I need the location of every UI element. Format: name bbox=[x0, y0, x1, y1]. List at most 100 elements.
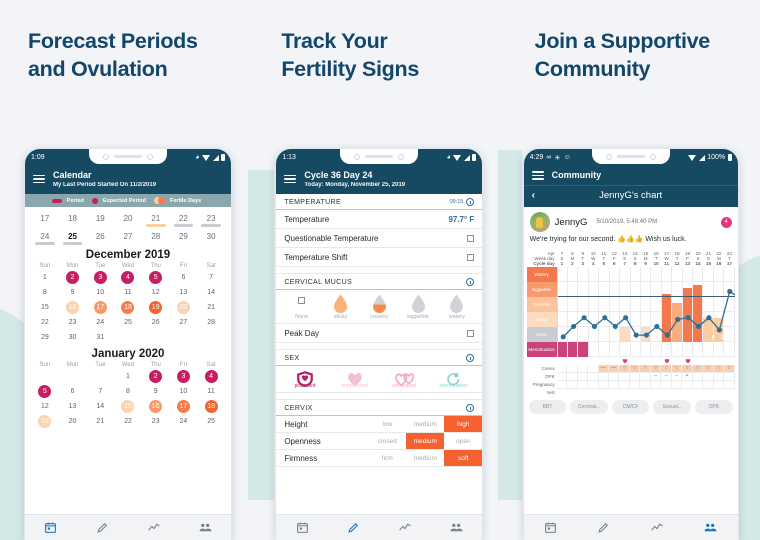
segment-option-high[interactable]: high bbox=[444, 416, 483, 433]
checkbox[interactable] bbox=[467, 253, 475, 261]
calendar-day-cell[interactable]: 8 bbox=[114, 384, 142, 399]
calendar-day-cell[interactable]: 17 bbox=[86, 300, 114, 315]
calendar-day-cell[interactable]: 19 bbox=[31, 414, 59, 429]
calendar-day-cell[interactable]: 12 bbox=[142, 285, 170, 300]
calendar-day-cell[interactable]: 1 bbox=[31, 270, 59, 285]
partial-week-day[interactable]: 30 bbox=[197, 228, 225, 246]
list-row-peak-day[interactable]: Peak Day bbox=[276, 324, 483, 344]
segment-option-soft[interactable]: soft bbox=[444, 450, 483, 467]
menu-icon[interactable] bbox=[33, 174, 45, 184]
calendar-day-cell[interactable]: 16 bbox=[142, 399, 170, 414]
sex-option-unprotected[interactable]: unprotected bbox=[335, 370, 375, 389]
mucus-option-sticky[interactable]: sticky bbox=[323, 294, 359, 320]
partial-week-day[interactable]: 25 bbox=[59, 228, 87, 246]
tab-pencil[interactable] bbox=[94, 520, 110, 536]
calendar-day-cell[interactable]: 12 bbox=[31, 399, 59, 414]
calendar-day-cell[interactable]: 14 bbox=[197, 285, 225, 300]
section-time[interactable] bbox=[466, 278, 475, 287]
chart-chip-cervical[interactable]: Cervical... bbox=[570, 399, 608, 414]
calendar-day-cell[interactable]: 4 bbox=[114, 270, 142, 285]
calendar-day-cell[interactable]: 14 bbox=[86, 399, 114, 414]
calendar-day-cell[interactable]: 20 bbox=[59, 414, 87, 429]
menu-icon[interactable] bbox=[531, 171, 544, 180]
partial-week-day[interactable]: 27 bbox=[114, 228, 142, 246]
calendar-day-cell[interactable]: 11 bbox=[114, 285, 142, 300]
segment-option-low[interactable]: low bbox=[368, 416, 406, 432]
segment-option-medium[interactable]: medium bbox=[406, 450, 444, 466]
partial-week-day[interactable]: 24 bbox=[31, 228, 59, 246]
tab-calendar[interactable] bbox=[43, 520, 59, 536]
checkbox[interactable] bbox=[298, 297, 306, 305]
chart-chip-opk[interactable]: OPK bbox=[695, 399, 733, 414]
tab-community[interactable] bbox=[703, 520, 719, 536]
list-row-questionable-temperature[interactable]: Questionable Temperature bbox=[276, 229, 483, 249]
chart-chip-sexual[interactable]: Sexual... bbox=[653, 399, 692, 414]
mucus-option-creamy[interactable]: creamy bbox=[361, 294, 397, 320]
partial-week-day[interactable]: 17 bbox=[31, 210, 59, 228]
partial-week-day[interactable]: 23 bbox=[197, 210, 225, 228]
calendar-day-cell[interactable]: 22 bbox=[114, 414, 142, 429]
sex-option-withdrawal[interactable]: withdrawal bbox=[384, 370, 424, 389]
calendar-day-cell[interactable]: 17 bbox=[170, 399, 198, 414]
chart-chip-cmcf[interactable]: CM/CF bbox=[611, 399, 650, 414]
sex-option-insemination[interactable]: insemination bbox=[434, 370, 474, 389]
partial-week-day[interactable]: 22 bbox=[170, 210, 198, 228]
list-row-temperature-shift[interactable]: Temperature Shift bbox=[276, 248, 483, 268]
calendar-day-cell[interactable]: 24 bbox=[86, 315, 114, 330]
calendar-day-cell[interactable]: 18 bbox=[197, 399, 225, 414]
tab-chart[interactable] bbox=[649, 520, 665, 536]
calendar-day-cell[interactable]: 10 bbox=[170, 384, 198, 399]
segment-option-closed[interactable]: closed bbox=[368, 433, 406, 449]
calendar-day-cell[interactable]: 6 bbox=[170, 270, 198, 285]
section-time[interactable] bbox=[466, 404, 475, 413]
calendar-day-cell[interactable] bbox=[86, 369, 114, 384]
segment-option-medium[interactable]: medium bbox=[406, 433, 445, 450]
calendar-day-cell[interactable]: 23 bbox=[59, 315, 87, 330]
partial-week-day[interactable]: 20 bbox=[114, 210, 142, 228]
calendar-day-cell[interactable]: 16 bbox=[59, 300, 87, 315]
calendar-day-cell[interactable]: 21 bbox=[86, 414, 114, 429]
tab-calendar[interactable] bbox=[294, 520, 310, 536]
alarm-icon[interactable] bbox=[466, 404, 475, 413]
calendar-day-cell[interactable]: 28 bbox=[197, 315, 225, 330]
calendar-day-cell[interactable] bbox=[59, 369, 87, 384]
calendar-day-cell[interactable]: 30 bbox=[59, 330, 87, 345]
calendar-day-cell[interactable]: 1 bbox=[114, 369, 142, 384]
list-row-temperature[interactable]: Temperature 97.7° F bbox=[276, 210, 483, 230]
calendar-day-cell[interactable]: 13 bbox=[170, 285, 198, 300]
calendar-day-cell[interactable] bbox=[170, 330, 198, 345]
segment-option-medium[interactable]: medium bbox=[406, 416, 444, 432]
calendar-day-cell[interactable]: 11 bbox=[197, 384, 225, 399]
calendar-day-cell[interactable]: 27 bbox=[170, 315, 198, 330]
section-time[interactable]: 09:15 bbox=[450, 198, 475, 207]
mucus-option-None[interactable]: None bbox=[284, 297, 320, 320]
calendar-day-cell[interactable]: 25 bbox=[197, 414, 225, 429]
calendar-day-cell[interactable]: 29 bbox=[31, 330, 59, 345]
tab-pencil[interactable] bbox=[596, 520, 612, 536]
tab-pencil[interactable] bbox=[346, 520, 362, 536]
tab-calendar[interactable] bbox=[542, 520, 558, 536]
calendar-day-cell[interactable]: 6 bbox=[59, 384, 87, 399]
calendar-day-cell[interactable] bbox=[142, 330, 170, 345]
calendar-day-cell[interactable]: 5 bbox=[142, 270, 170, 285]
checkbox[interactable] bbox=[467, 234, 475, 242]
menu-icon[interactable] bbox=[284, 174, 297, 184]
sex-option-protected[interactable]: protected bbox=[285, 370, 325, 389]
section-time[interactable] bbox=[466, 354, 475, 363]
calendar-day-cell[interactable]: 2 bbox=[142, 369, 170, 384]
calendar-day-cell[interactable] bbox=[114, 330, 142, 345]
partial-week-day[interactable]: 26 bbox=[86, 228, 114, 246]
calendar-day-cell[interactable]: 31 bbox=[86, 330, 114, 345]
alarm-icon[interactable] bbox=[466, 278, 475, 287]
tab-community[interactable] bbox=[197, 520, 213, 536]
calendar-day-cell[interactable]: 15 bbox=[31, 300, 59, 315]
partial-week-day[interactable]: 21 bbox=[142, 210, 170, 228]
calendar-day-cell[interactable] bbox=[197, 330, 225, 345]
mucus-option-eggwhite[interactable]: eggwhite bbox=[400, 294, 436, 320]
segment-option-open[interactable]: open bbox=[444, 433, 482, 449]
calendar-day-cell[interactable]: 3 bbox=[86, 270, 114, 285]
calendar-day-cell[interactable]: 22 bbox=[31, 315, 59, 330]
calendar-day-cell[interactable]: 25 bbox=[114, 315, 142, 330]
partial-week-day[interactable]: 19 bbox=[86, 210, 114, 228]
calendar-day-cell[interactable]: 20 bbox=[170, 300, 198, 315]
